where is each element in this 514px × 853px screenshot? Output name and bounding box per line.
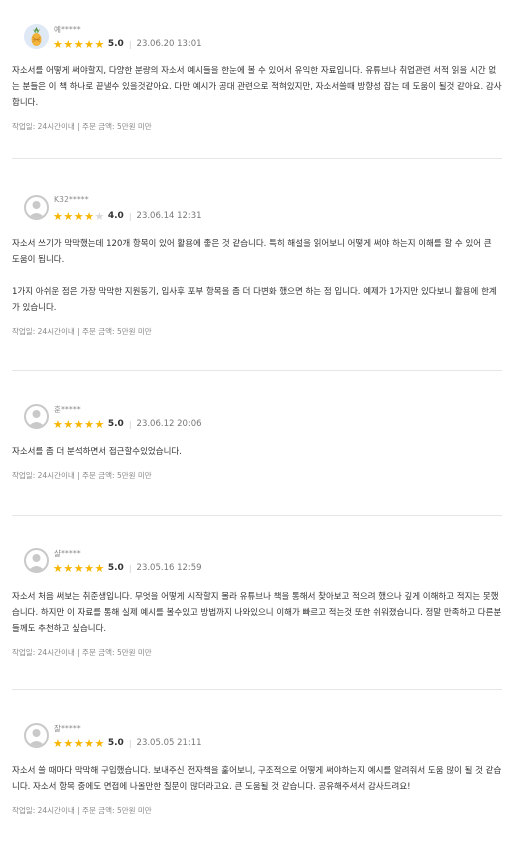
rating-score: 5.0 bbox=[107, 419, 124, 429]
star-filled-icon: ★ bbox=[84, 37, 94, 51]
review-date: 23.06.14 12:31 bbox=[136, 211, 202, 221]
review-item: K32***** ★ ★ ★ ★ ★ 4.0 | 23.06.14 12:31 자소서 … bbox=[0, 159, 514, 370]
star-filled-icon: ★ bbox=[63, 37, 74, 51]
order-info: 작업일: 24시간이내 | 주문 금액: 5만원 미만 bbox=[12, 806, 152, 815]
reviewer-name: 훈***** bbox=[54, 405, 81, 414]
star-filled-icon: ★ bbox=[84, 736, 94, 750]
review-item: 예***** ★ ★ ★ ★ ★ 5.0 | 23.06.20 13:01 자소서를 어… bbox=[0, 0, 514, 158]
star-filled-icon: ★ bbox=[53, 37, 63, 51]
reviewer-name: 예***** bbox=[54, 25, 81, 34]
order-info: 작업일: 24시간이내 | 주문 금액: 5만원 미만 bbox=[12, 648, 152, 657]
reviewer-name: 샬***** bbox=[54, 549, 81, 558]
star-rating: ★ ★ ★ ★ ★ bbox=[53, 211, 105, 222]
review-text: 자소서 처음 써보는 취준생입니다. 무엇을 어떻게 시작할지 몰라 유튜브나 … bbox=[12, 592, 502, 634]
review-item: 잘***** ★ ★ ★ ★ ★ 5.0 | 23.05.05 21:11 자소서 쓸 … bbox=[0, 690, 514, 850]
review-text: 자소서를 좀 더 분석하면서 접근할수있었습니다. bbox=[12, 447, 182, 457]
star-filled-icon: ★ bbox=[53, 736, 63, 750]
reviewer-name: K32***** bbox=[54, 195, 89, 204]
star-filled-icon: ★ bbox=[53, 417, 63, 431]
rating-score: 5.0 bbox=[107, 563, 124, 573]
review-text: 자소서를 어떻게 써야할지, 다양한 분량의 자소서 예시들을 한눈에 볼 수 … bbox=[12, 66, 502, 108]
star-filled-icon: ★ bbox=[94, 37, 105, 51]
review-body: 자소서를 어떻게 써야할지, 다양한 분량의 자소서 예시들을 한눈에 볼 수 … bbox=[12, 63, 502, 111]
review-text: 자소서 쓰기가 막막했는데 120개 항목이 있어 활용에 좋은 것 같습니다.… bbox=[12, 239, 492, 265]
star-filled-icon: ★ bbox=[53, 561, 63, 575]
review-body: 자소서 쓰기가 막막했는데 120개 항목이 있어 활용에 좋은 것 같습니다.… bbox=[12, 236, 502, 316]
star-filled-icon: ★ bbox=[63, 736, 74, 750]
star-empty-icon: ★ bbox=[94, 209, 105, 223]
default-avatar-icon bbox=[24, 723, 49, 748]
star-filled-icon: ★ bbox=[53, 209, 63, 223]
order-info: 작업일: 24시간이내 | 주문 금액: 5만원 미만 bbox=[12, 471, 152, 480]
review-item: 훈***** ★ ★ ★ ★ ★ 5.0 | 23.06.12 20:06 자소서를 좀… bbox=[0, 371, 514, 515]
star-rating: ★ ★ ★ ★ ★ bbox=[53, 563, 105, 574]
default-avatar-icon bbox=[24, 404, 49, 429]
reviewer-name: 잘***** bbox=[54, 724, 81, 733]
review-text: 자소서 쓸 때마다 막막해 구입했습니다. 보내주신 전자책을 훑어보니, 구조… bbox=[12, 766, 502, 792]
meta-separator: | bbox=[128, 563, 132, 573]
star-filled-icon: ★ bbox=[73, 736, 84, 750]
star-rating: ★ ★ ★ ★ ★ bbox=[53, 419, 105, 430]
review-item: 샬***** ★ ★ ★ ★ ★ 5.0 | 23.05.16 12:59 자소서 처음… bbox=[0, 516, 514, 689]
review-meta: ★ ★ ★ ★ ★ 5.0 | 23.05.05 21:11 bbox=[53, 737, 202, 749]
star-filled-icon: ★ bbox=[63, 209, 74, 223]
rating-score: 4.0 bbox=[107, 211, 124, 221]
star-rating: ★ ★ ★ ★ ★ bbox=[53, 738, 105, 749]
review-body: 자소서 쓸 때마다 막막해 구입했습니다. 보내주신 전자책을 훑어보니, 구조… bbox=[12, 763, 502, 795]
review-text: 1가지 아쉬운 점은 가장 막막한 지원동기, 입사후 포부 항목을 좀 더 다… bbox=[12, 287, 497, 313]
review-meta: ★ ★ ★ ★ ★ 4.0 | 23.06.14 12:31 bbox=[53, 210, 202, 222]
star-filled-icon: ★ bbox=[73, 561, 84, 575]
star-filled-icon: ★ bbox=[63, 561, 74, 575]
order-info: 작업일: 24시간이내 | 주문 금액: 5만원 미만 bbox=[12, 122, 152, 131]
star-filled-icon: ★ bbox=[84, 417, 94, 431]
star-filled-icon: ★ bbox=[73, 417, 84, 431]
pineapple-avatar-icon bbox=[24, 24, 49, 49]
star-filled-icon: ★ bbox=[73, 37, 84, 51]
rating-score: 5.0 bbox=[107, 738, 124, 748]
meta-separator: | bbox=[128, 211, 132, 221]
star-filled-icon: ★ bbox=[84, 209, 94, 223]
review-date: 23.06.20 13:01 bbox=[136, 39, 202, 49]
meta-separator: | bbox=[128, 738, 132, 748]
star-filled-icon: ★ bbox=[84, 561, 94, 575]
review-list: 예***** ★ ★ ★ ★ ★ 5.0 | 23.06.20 13:01 자소서를 어… bbox=[0, 0, 514, 850]
meta-separator: | bbox=[128, 39, 132, 49]
order-info: 작업일: 24시간이내 | 주문 금액: 5만원 미만 bbox=[12, 327, 152, 336]
star-filled-icon: ★ bbox=[63, 417, 74, 431]
meta-separator: | bbox=[128, 419, 132, 429]
star-filled-icon: ★ bbox=[94, 417, 105, 431]
star-filled-icon: ★ bbox=[94, 736, 105, 750]
review-meta: ★ ★ ★ ★ ★ 5.0 | 23.06.20 13:01 bbox=[53, 38, 202, 50]
default-avatar-icon bbox=[24, 548, 49, 573]
review-body: 자소서를 좀 더 분석하면서 접근할수있었습니다. bbox=[12, 444, 502, 460]
review-meta: ★ ★ ★ ★ ★ 5.0 | 23.06.12 20:06 bbox=[53, 418, 202, 430]
review-meta: ★ ★ ★ ★ ★ 5.0 | 23.05.16 12:59 bbox=[53, 562, 202, 574]
review-date: 23.05.05 21:11 bbox=[136, 738, 202, 748]
rating-score: 5.0 bbox=[107, 39, 124, 49]
review-date: 23.06.12 20:06 bbox=[136, 419, 202, 429]
star-rating: ★ ★ ★ ★ ★ bbox=[53, 39, 105, 50]
review-date: 23.05.16 12:59 bbox=[136, 563, 202, 573]
review-body: 자소서 처음 써보는 취준생입니다. 무엇을 어떻게 시작할지 몰라 유튜브나 … bbox=[12, 589, 502, 637]
star-filled-icon: ★ bbox=[94, 561, 105, 575]
default-avatar-icon bbox=[24, 195, 49, 220]
star-filled-icon: ★ bbox=[73, 209, 84, 223]
